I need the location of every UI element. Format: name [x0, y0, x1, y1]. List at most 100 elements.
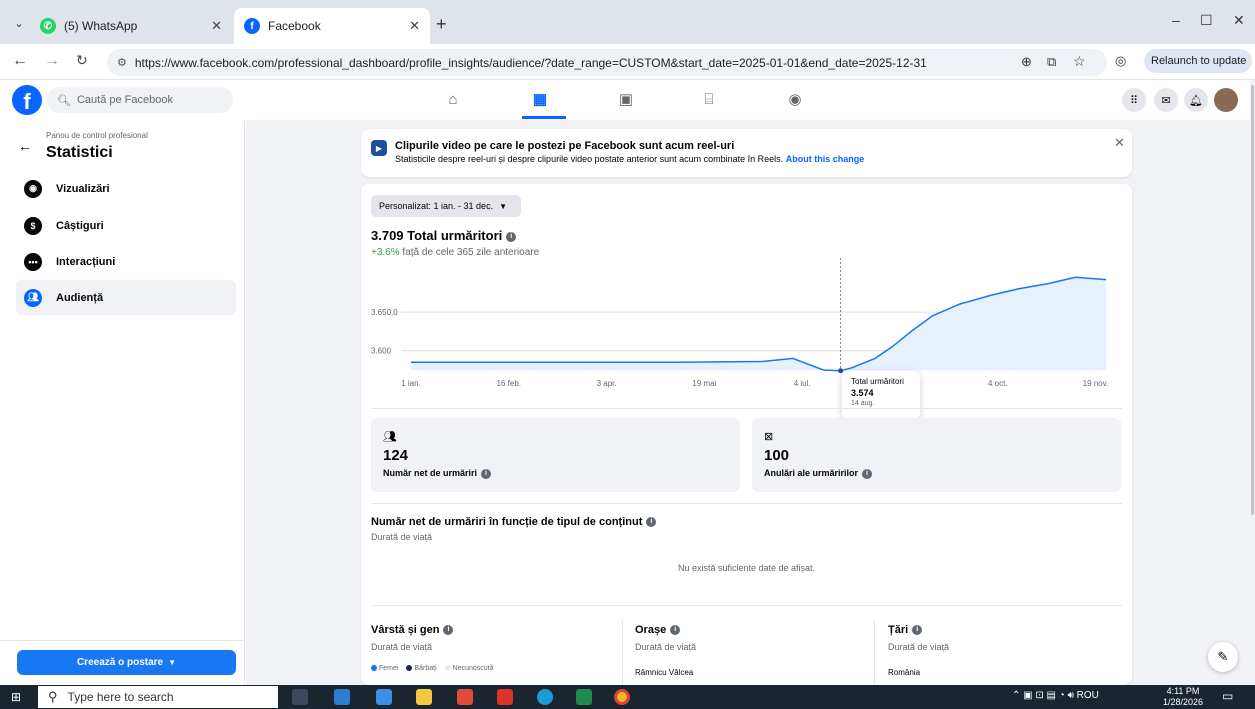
- people-icon: 👥︎: [383, 431, 397, 443]
- info-icon[interactable]: i: [481, 468, 492, 479]
- legend-item: Bărbați: [406, 665, 437, 672]
- bookmark-star-icon[interactable]: ☆: [1073, 53, 1086, 70]
- app-icon[interactable]: [457, 689, 473, 705]
- task-view-icon[interactable]: [292, 689, 308, 705]
- stat-value: 124: [383, 447, 409, 464]
- notification-icon[interactable]: ▭: [1222, 689, 1233, 703]
- tab-title: Facebook: [268, 19, 321, 33]
- forward-icon[interactable]: →: [44, 52, 60, 70]
- back-icon[interactable]: ←: [12, 52, 28, 70]
- sidebar-item-vizualizari[interactable]: ◉ Vizualizări: [16, 171, 236, 206]
- close-tab-icon[interactable]: ✕: [211, 18, 222, 34]
- edge-icon[interactable]: [537, 689, 553, 705]
- new-tab-icon[interactable]: +: [436, 14, 447, 35]
- facebook-search-input[interactable]: 🔍︎ Caută pe Facebook: [47, 87, 233, 113]
- taskbar-search-input[interactable]: ⚲ Type here to search: [38, 686, 278, 708]
- city-row: Râmnicu Vâlcea: [635, 668, 694, 677]
- system-tray[interactable]: ⌃ ▣ ⊡ ▤ ◔ 🔊︎ ROU: [1012, 690, 1099, 701]
- info-icon[interactable]: i: [670, 625, 681, 636]
- cities-title: Orașe i: [635, 624, 681, 636]
- app-icon[interactable]: [334, 689, 350, 705]
- caret-down-icon: ▼: [499, 201, 507, 211]
- y-tick-label: 3.600: [371, 347, 392, 356]
- close-window-icon[interactable]: ✕: [1233, 12, 1245, 29]
- legend-label: Femei: [379, 665, 399, 672]
- reels-icon[interactable]: ▣: [614, 88, 638, 110]
- minimize-icon[interactable]: –: [1172, 12, 1180, 28]
- scrollbar-thumb[interactable]: [1251, 85, 1254, 515]
- info-icon[interactable]: i: [506, 231, 517, 242]
- facebook-logo[interactable]: f: [12, 85, 42, 115]
- sidebar-item-interactiuni[interactable]: ••• Interacțiuni: [16, 244, 236, 279]
- country-row: România: [888, 668, 921, 677]
- x-tick-label: 4 oct.: [988, 379, 1008, 388]
- tab-whatsapp[interactable]: ✆ (5) WhatsApp ✕: [30, 8, 232, 44]
- windows-start-icon[interactable]: ⊞: [6, 688, 26, 706]
- maximize-icon[interactable]: ☐: [1200, 12, 1213, 29]
- chart-tooltip: Total urmăritori 3.574 14 aug.: [842, 371, 920, 419]
- sidebar-item-castiguri[interactable]: $ Câștiguri: [16, 208, 236, 243]
- avatar[interactable]: [1214, 88, 1238, 112]
- net-follows-stat: 👥︎ 124 Număr net de urmăriri i: [371, 418, 740, 492]
- url-text: https://www.facebook.com/professional_da…: [134, 55, 927, 70]
- edit-icon[interactable]: ✎: [1208, 642, 1238, 672]
- acrobat-icon[interactable]: [497, 689, 513, 705]
- info-icon[interactable]: i: [862, 468, 873, 479]
- app-icon[interactable]: [376, 689, 392, 705]
- create-post-button[interactable]: Creează o postare ▼: [17, 650, 236, 675]
- file-explorer-icon[interactable]: [416, 689, 432, 705]
- notifications-icon[interactable]: 🔔︎: [1184, 88, 1208, 112]
- more-menu-icon[interactable]: ⋮: [1251, 55, 1255, 68]
- sidebar-item-audienta[interactable]: 👥︎ Audiență: [16, 280, 236, 315]
- search-icon: 🔍︎: [57, 94, 71, 107]
- home-icon[interactable]: ⌂: [441, 88, 465, 110]
- menu-grid-icon[interactable]: ⠿: [1122, 88, 1146, 112]
- excel-icon[interactable]: [576, 689, 592, 705]
- install-app-icon[interactable]: ⧉: [1047, 54, 1056, 70]
- chrome-icon[interactable]: [614, 689, 630, 705]
- legend-item: Necunoscută: [444, 665, 494, 672]
- sidebar-item-label: Câștiguri: [56, 219, 104, 232]
- whatsapp-icon: ✆: [40, 18, 56, 34]
- info-icon[interactable]: i: [912, 625, 923, 636]
- site-info-icon[interactable]: ⚙: [117, 56, 127, 69]
- sidebar-title: Statistici: [46, 144, 113, 161]
- legend-item: Femei: [371, 665, 398, 672]
- clock[interactable]: 4:11 PM 1/28/2026: [1160, 686, 1206, 708]
- tab-search-menu-icon[interactable]: ⌄: [8, 12, 30, 34]
- section-title: Număr net de urmăriri în funcție de tipu…: [371, 516, 643, 528]
- clock-time: 4:11 PM: [1166, 686, 1200, 696]
- info-icon[interactable]: i: [646, 517, 657, 528]
- profile-icon[interactable]: ◎: [1115, 53, 1126, 69]
- stat-label: Anulări ale urmăririlor i: [764, 468, 1109, 479]
- groups-icon[interactable]: ◉: [783, 88, 807, 110]
- stat-label: Număr net de urmăriri i: [383, 468, 728, 479]
- empty-state-text: Nu există suficiente date de afișat.: [677, 563, 816, 573]
- address-bar[interactable]: ⚙ https://www.facebook.com/professional_…: [107, 49, 1107, 76]
- tab-facebook[interactable]: f Facebook ✕: [234, 8, 430, 44]
- back-arrow-icon[interactable]: ←: [18, 138, 32, 154]
- marketplace-icon[interactable]: ⌸: [697, 88, 721, 110]
- about-change-link[interactable]: About this change: [786, 154, 865, 164]
- language-indicator[interactable]: ROU: [1077, 690, 1099, 701]
- search-placeholder: Caută pe Facebook: [76, 94, 173, 106]
- relaunch-button[interactable]: Relaunch to update ⋮: [1144, 49, 1255, 73]
- section-subtitle: Durată de viață: [888, 642, 950, 652]
- section-title: Orașe: [635, 624, 667, 636]
- divider: [622, 620, 623, 685]
- close-icon[interactable]: ✕: [1114, 135, 1125, 151]
- zoom-icon[interactable]: ⊕: [1021, 54, 1032, 70]
- followers-chart[interactable]: 3.600 3.650,0 1 ian. 16 feb. 3 apr. 19 mai 4 …: [371, 258, 1121, 408]
- messenger-icon[interactable]: ✉: [1154, 88, 1178, 112]
- reels-notice-banner: [361, 129, 1132, 177]
- reload-icon[interactable]: ↻: [76, 52, 88, 69]
- info-icon[interactable]: i: [443, 625, 454, 636]
- close-tab-icon[interactable]: ✕: [409, 18, 420, 34]
- dashboard-icon[interactable]: ▦: [528, 88, 552, 110]
- chart-x-axis: 1 ian.16 feb.3 apr.19 mai4 iul.19 aug.4 …: [401, 379, 1108, 388]
- age-gender-title: Vârstă și gen i: [371, 624, 454, 636]
- divider: [371, 408, 1122, 409]
- date-range-selector[interactable]: Personalizat: 1 ian. - 31 dec. ▼: [371, 195, 521, 217]
- change-text: față de cele 365 zile anterioare: [402, 247, 540, 258]
- tooltip-value: 3.574: [851, 388, 874, 398]
